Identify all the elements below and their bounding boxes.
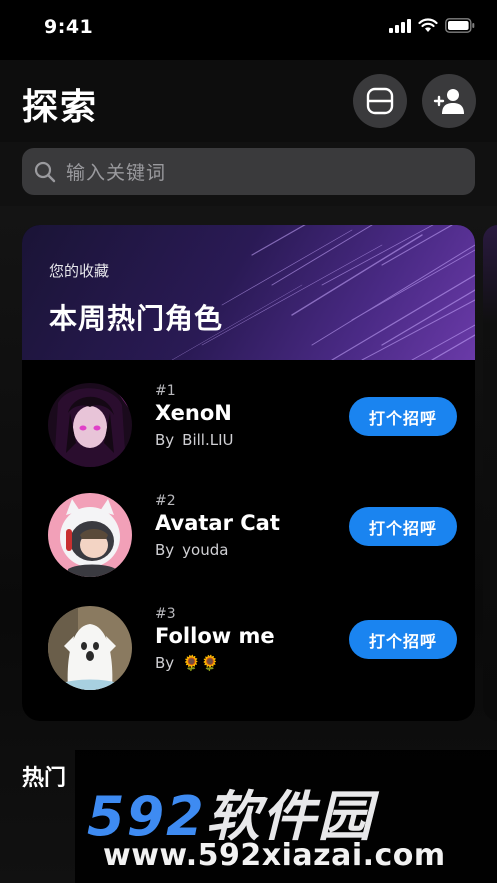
author-name: 🌻🌻 [182, 654, 220, 672]
wifi-icon [418, 18, 438, 32]
say-hi-button[interactable]: 打个招呼 [349, 620, 457, 659]
author-line: By Bill.LIU [155, 431, 234, 449]
avatar[interactable] [48, 383, 132, 467]
scan-button[interactable] [353, 74, 407, 128]
watermark-overlay: 592软件园 www.592xiazai.com [75, 750, 497, 883]
favorites-card: 您的收藏 本周热门角色 #1 XenoN By Bill.LIU 打个招呼 #2… [22, 225, 475, 721]
rank-number: #3 [155, 606, 176, 622]
by-label: By [155, 431, 175, 449]
avatar-image-cat [48, 493, 132, 577]
search-box[interactable]: 输入关键词 [22, 148, 475, 195]
section-title: 热门 [22, 766, 67, 791]
header: 探索 [0, 60, 497, 142]
avatar-image-ghost [48, 606, 132, 690]
list-item[interactable]: #2 Avatar Cat By youda 打个招呼 [22, 493, 475, 593]
avatar[interactable] [48, 493, 132, 577]
page-title: 探索 [22, 87, 99, 128]
status-bar: 9:41 [0, 0, 497, 52]
character-name: XenoN [155, 401, 232, 425]
scan-icon [366, 87, 394, 115]
by-label: By [155, 541, 175, 559]
list-item[interactable]: #3 Follow me By 🌻🌻 打个招呼 [22, 606, 475, 706]
search-input[interactable]: 输入关键词 [66, 158, 166, 185]
say-hi-button[interactable]: 打个招呼 [349, 397, 457, 436]
search-area: 输入关键词 [0, 142, 497, 206]
battery-icon [445, 18, 475, 33]
avatar[interactable] [48, 606, 132, 690]
list-item[interactable]: #1 XenoN By Bill.LIU 打个招呼 [22, 383, 475, 483]
rank-number: #2 [155, 493, 176, 509]
author-name: youda [182, 541, 229, 559]
say-hi-button[interactable]: 打个招呼 [349, 507, 457, 546]
signal-icon [389, 18, 411, 33]
add-friend-button[interactable] [422, 74, 476, 128]
banner-subtitle: 您的收藏 [49, 262, 110, 280]
rank-number: #1 [155, 383, 176, 399]
avatar-image-xenon [48, 383, 132, 467]
next-card-peek[interactable] [483, 225, 497, 721]
by-label: By [155, 654, 175, 672]
character-name: Avatar Cat [155, 511, 280, 535]
author-line: By youda [155, 541, 228, 559]
watermark-url: www.592xiazai.com [103, 838, 446, 873]
author-line: By 🌻🌻 [155, 654, 220, 672]
status-icons [389, 18, 475, 33]
author-name: Bill.LIU [182, 431, 234, 449]
streak-pattern [171, 225, 475, 360]
add-user-icon [433, 89, 464, 114]
status-time: 9:41 [44, 16, 94, 38]
card-banner: 您的收藏 本周热门角色 [22, 225, 475, 360]
banner-title: 本周热门角色 [49, 302, 224, 335]
character-name: Follow me [155, 624, 275, 648]
search-icon [34, 161, 56, 182]
